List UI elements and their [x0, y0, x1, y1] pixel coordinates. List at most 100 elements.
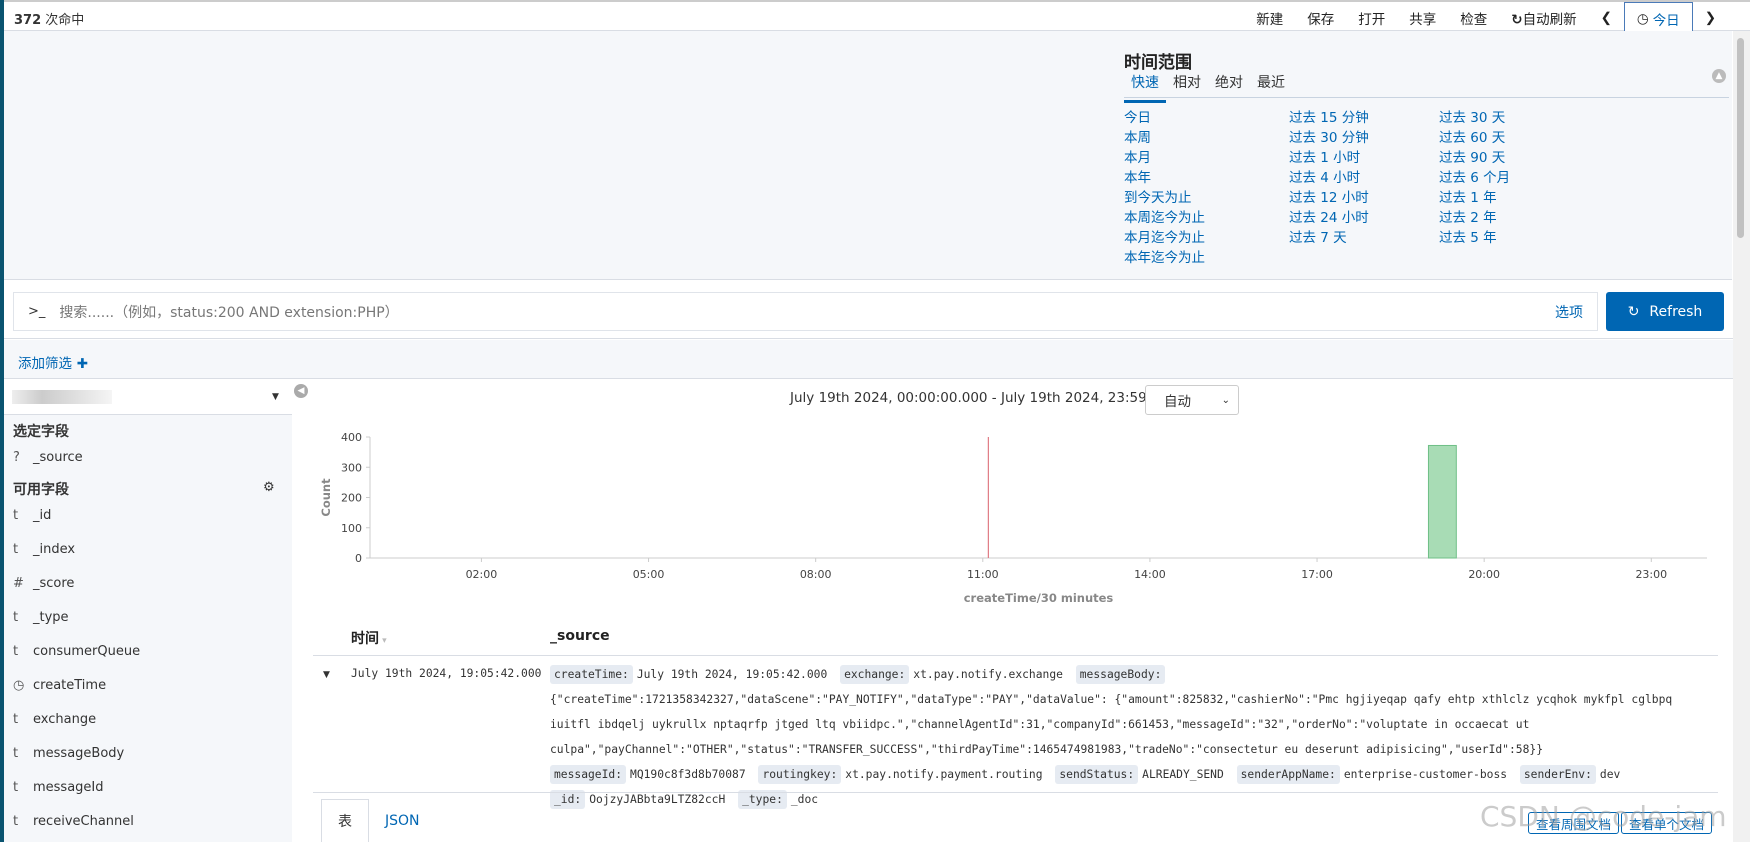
terminal-prompt-icon: >_ [28, 304, 46, 319]
y-tick-label: 200 [341, 492, 362, 505]
quick-range-link[interactable]: 本周 [1124, 128, 1205, 148]
source-key: routingkey: [758, 765, 842, 784]
next-time-button[interactable]: ❯ [1705, 10, 1716, 26]
row-source: createTime: July 19th 2024, 19:05:42.000 … [550, 662, 1715, 812]
x-tick-label: 11:00 [967, 568, 999, 581]
field-name: messageBody [33, 746, 125, 761]
field-item[interactable]: t messageBody [13, 746, 124, 761]
string-type-icon: t [13, 746, 19, 761]
tab-absolute[interactable]: 绝对 [1208, 72, 1250, 103]
quick-range-link[interactable]: 过去 6 个月 [1439, 168, 1510, 188]
clock-icon: ◷ [1636, 11, 1649, 27]
field-name: consumerQueue [33, 644, 141, 659]
x-tick-label: 08:00 [800, 568, 832, 581]
x-tick-label: 23:00 [1635, 568, 1667, 581]
tab-table[interactable]: 表 [321, 799, 369, 842]
field-item[interactable]: t messageId [13, 780, 104, 795]
quick-range-link[interactable]: 本年 [1124, 168, 1205, 188]
quick-range-link[interactable]: 本周迄今为止 [1124, 208, 1205, 228]
time-range-panel: 时间范围 快速 相对 绝对 最近 今日 本周 本月 本年 到今天为止 本周迄今为止 本月迄今… [4, 31, 1732, 280]
quick-range-column: 过去 30 天过去 60 天过去 90 天过去 6 个月 过去 1 年过去 2 年… [1439, 108, 1510, 248]
number-type-icon: # [13, 576, 24, 591]
tab-json[interactable]: JSON [369, 799, 436, 842]
string-type-icon: t [13, 814, 19, 829]
quick-range-link[interactable]: 过去 4 小时 [1289, 168, 1369, 188]
time-range-title: 时间范围 [1124, 53, 1192, 73]
field-item[interactable]: t receiveChannel [13, 814, 134, 829]
caret-down-icon: ▼ [272, 392, 279, 402]
filter-row [4, 340, 1733, 379]
field-item[interactable]: t _id [13, 508, 51, 523]
quick-range-link[interactable]: 过去 7 天 [1289, 228, 1369, 248]
redacted-index-name [12, 390, 112, 404]
menu-new[interactable]: 新建 [1256, 8, 1283, 28]
quick-range-link[interactable]: 过去 1 小时 [1289, 148, 1369, 168]
watermark: CSDN @code-jam [1480, 800, 1727, 833]
quick-range-link[interactable]: 本年迄今为止 [1124, 248, 1205, 268]
source-key: messageId: [550, 765, 627, 784]
menu-open[interactable]: 打开 [1358, 8, 1385, 28]
chevron-down-icon: ⌄ [1221, 394, 1230, 406]
hits-count: 372 次命中 [14, 13, 85, 28]
x-tick-label: 05:00 [633, 568, 665, 581]
collapse-up-icon[interactable]: ▲ [1712, 69, 1726, 83]
top-menu: 新建 保存 打开 共享 检查 ↻自动刷新 ❮ ◷ 今日 ❯ [1244, 2, 1728, 35]
field-item-source[interactable]: ? _source [13, 450, 83, 465]
y-tick-label: 400 [341, 431, 362, 444]
quick-range-link[interactable]: 过去 1 年 [1439, 188, 1510, 208]
refresh-button[interactable]: ↻ Refresh [1606, 292, 1724, 331]
search-input[interactable]: >_ 搜索......（例如，status:200 AND extension:… [13, 292, 1598, 331]
divider [1124, 97, 1729, 98]
search-options-link[interactable]: 选项 [1555, 302, 1583, 322]
menu-save[interactable]: 保存 [1307, 8, 1334, 28]
source-value: July 19th 2024, 19:05:42.000 [636, 668, 828, 681]
field-item[interactable]: # _score [13, 576, 74, 591]
scrollbar-thumb[interactable] [1737, 38, 1744, 238]
string-type-icon: t [13, 780, 19, 795]
quick-range-link[interactable]: 过去 60 天 [1439, 128, 1510, 148]
quick-range-link[interactable]: 过去 5 年 [1439, 228, 1510, 248]
quick-range-link[interactable]: 过去 30 天 [1439, 108, 1510, 128]
field-item[interactable]: t exchange [13, 712, 96, 727]
column-time[interactable]: 时间 ▾ [351, 628, 387, 648]
quick-range-link[interactable]: 到今天为止 [1124, 188, 1205, 208]
prev-time-button[interactable]: ❮ [1601, 10, 1612, 26]
field-name: _type [33, 610, 69, 625]
gear-icon[interactable]: ⚙ [263, 480, 275, 495]
histogram-chart[interactable]: 0 100 200 300 400 02:00 05:00 08:00 11:00 14:00 17… [300, 425, 1720, 605]
field-item[interactable]: t consumerQueue [13, 644, 140, 659]
string-type-icon: t [13, 610, 19, 625]
quick-range-link[interactable]: 今日 [1124, 108, 1205, 128]
quick-range-link[interactable]: 本月迄今为止 [1124, 228, 1205, 248]
field-item[interactable]: t _type [13, 610, 69, 625]
quick-range-link[interactable]: 过去 24 小时 [1289, 208, 1369, 228]
expand-row-icon[interactable]: ▼ [323, 670, 330, 680]
plus-icon: ✚ [72, 356, 89, 372]
quick-range-link[interactable]: 过去 30 分钟 [1289, 128, 1369, 148]
source-value: OojzyJABbta9LTZ82ccH [589, 793, 726, 806]
field-name: createTime [33, 678, 107, 693]
quick-range-link[interactable]: 过去 12 小时 [1289, 188, 1369, 208]
interval-select[interactable]: 自动 ⌄ [1145, 385, 1239, 415]
add-filter-button[interactable]: 添加筛选 ✚ [18, 352, 88, 372]
quick-range-link[interactable]: 过去 90 天 [1439, 148, 1510, 168]
field-item[interactable]: ◷ createTime [13, 678, 106, 693]
field-item[interactable]: t _index [13, 542, 75, 557]
tab-relative[interactable]: 相对 [1166, 72, 1208, 103]
string-type-icon: t [13, 542, 19, 557]
auto-refresh-button[interactable]: ↻自动刷新 [1511, 8, 1576, 28]
y-tick-label: 0 [355, 552, 362, 565]
tab-recent[interactable]: 最近 [1250, 72, 1292, 103]
quick-range-link[interactable]: 过去 15 分钟 [1289, 108, 1369, 128]
unknown-type-icon: ? [13, 450, 20, 465]
search-placeholder: 搜索......（例如，status:200 AND extension:PHP… [59, 304, 399, 321]
menu-share[interactable]: 共享 [1409, 8, 1436, 28]
source-key: exchange: [840, 665, 910, 684]
quick-range-link[interactable]: 过去 2 年 [1439, 208, 1510, 228]
quick-range-link[interactable]: 本月 [1124, 148, 1205, 168]
source-value: _doc [790, 793, 819, 806]
collapse-sidebar-icon[interactable]: ◀ [294, 384, 308, 398]
available-fields-title: 可用字段 [13, 482, 69, 498]
menu-inspect[interactable]: 检查 [1460, 8, 1487, 28]
tab-quick[interactable]: 快速 [1124, 72, 1166, 103]
